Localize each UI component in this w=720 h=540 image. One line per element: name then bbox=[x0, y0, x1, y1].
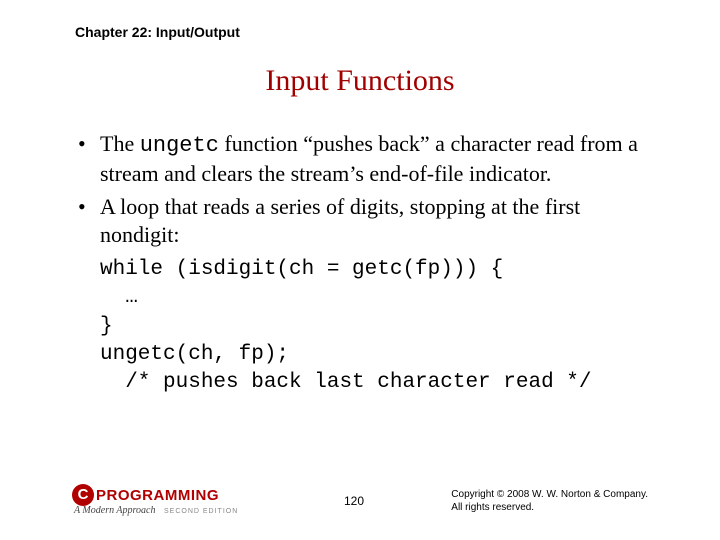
slide-title: Input Functions bbox=[0, 64, 720, 98]
copyright-line: All rights reserved. bbox=[451, 501, 648, 514]
page-number: 120 bbox=[344, 494, 364, 508]
slide: Chapter 22: Input/Output Input Functions… bbox=[0, 0, 720, 540]
footer: CPROGRAMMING A Modern Approach SECOND ED… bbox=[72, 474, 648, 516]
logo-subtitle-text: A Modern Approach bbox=[74, 505, 155, 516]
copyright-line: Copyright © 2008 W. W. Norton & Company. bbox=[451, 488, 648, 501]
c-badge-icon: C bbox=[72, 484, 94, 506]
logo-edition: SECOND EDITION bbox=[164, 508, 238, 515]
bullet-text-pre: The bbox=[100, 131, 140, 156]
bullet-list: The ungetc function “pushes back” a char… bbox=[78, 130, 658, 248]
bullet-text: A loop that reads a series of digits, st… bbox=[100, 194, 580, 247]
inline-code: ungetc bbox=[140, 133, 219, 158]
bullet-item: A loop that reads a series of digits, st… bbox=[78, 193, 658, 248]
book-logo: CPROGRAMMING A Modern Approach SECOND ED… bbox=[72, 484, 238, 516]
copyright: Copyright © 2008 W. W. Norton & Company.… bbox=[451, 488, 648, 514]
chapter-label: Chapter 22: Input/Output bbox=[75, 24, 240, 40]
bullet-item: The ungetc function “pushes back” a char… bbox=[78, 130, 658, 187]
slide-body: The ungetc function “pushes back” a char… bbox=[78, 130, 658, 398]
code-block: while (isdigit(ch = getc(fp))) { … } ung… bbox=[100, 256, 658, 398]
logo-subtitle: A Modern Approach SECOND EDITION bbox=[74, 505, 238, 516]
logo-word: PROGRAMMING bbox=[96, 487, 219, 504]
